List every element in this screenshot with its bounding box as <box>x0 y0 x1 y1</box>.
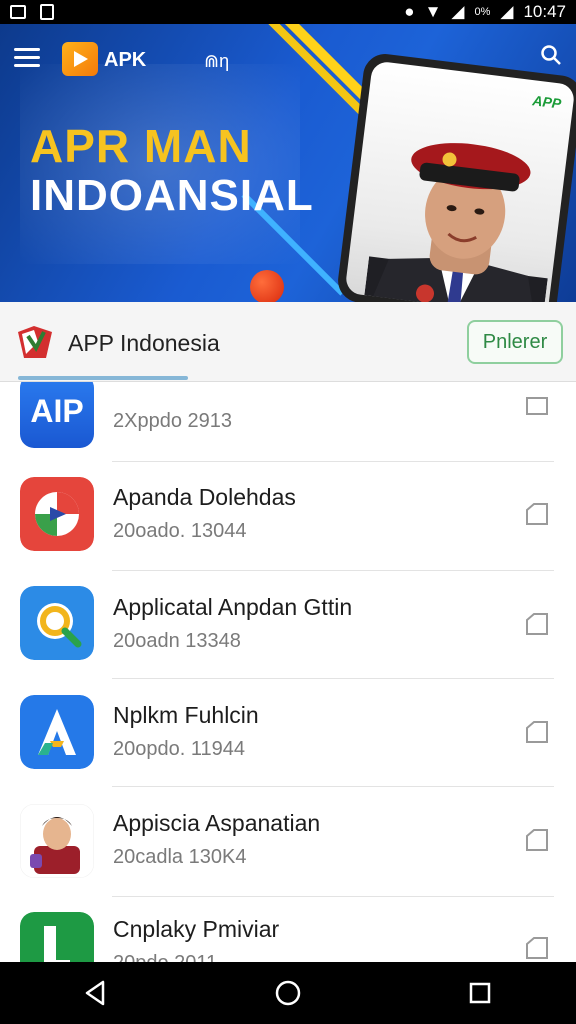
item-subtitle: 20pdo 2011 <box>113 952 217 962</box>
recent-apps-icon[interactable] <box>465 978 495 1008</box>
row-divider <box>112 786 554 787</box>
menu-line <box>14 56 40 59</box>
tag-icon[interactable] <box>524 502 550 526</box>
location-icon: ● <box>404 2 415 21</box>
back-icon[interactable] <box>81 978 111 1008</box>
clock: 10:47 <box>523 2 566 21</box>
phone-mockup: APP <box>335 51 576 302</box>
headline-line2: INDOANSIAL <box>30 170 314 220</box>
item-subtitle: 20cadla 130K4 <box>113 846 247 868</box>
section-title: APP Indonesia <box>68 330 220 356</box>
tag-icon[interactable] <box>524 612 550 636</box>
aip-app-icon: AIP <box>20 382 94 448</box>
document-notification-icon <box>40 4 54 20</box>
item-title: Applicatal Anpdan Gttin <box>113 594 353 620</box>
home-icon[interactable] <box>273 978 303 1008</box>
headline-line1: APR MAN <box>30 120 252 172</box>
list-item[interactable]: Appiscia Aspanatian 20cadla 130K4 <box>0 788 576 898</box>
icon-label: AIP <box>30 392 84 429</box>
chat-icon[interactable]: ⋒η <box>204 51 229 72</box>
phone-badge: APP <box>531 92 563 112</box>
battery-text: 0% <box>474 6 491 18</box>
system-navigation-bar <box>0 962 576 1024</box>
section-header: APP Indonesia Pnlerer <box>0 302 576 382</box>
list-item[interactable]: Cnplaky Pmiviar 20pdo 2011 <box>0 896 576 962</box>
green-app-icon <box>20 912 94 962</box>
item-subtitle: 20oadn 13348 <box>113 630 241 652</box>
list-item[interactable]: Nplkm Fuhlcin 20opdo. 11944 <box>0 680 576 790</box>
menu-line <box>14 64 40 67</box>
item-title: Apanda Dolehdas <box>113 484 296 510</box>
item-title: Cnplaky Pmiviar <box>113 916 280 942</box>
item-subtitle: 20opdo. 11944 <box>113 738 245 760</box>
app-logo-icon[interactable] <box>62 42 98 76</box>
phone-screen: APP <box>344 60 576 302</box>
app-name: APK <box>104 49 147 71</box>
list-item[interactable]: AIP 2Xppdo 2913 <box>0 382 576 464</box>
item-subtitle: 20oado. 13044 <box>113 520 247 542</box>
play-button[interactable] <box>250 270 284 302</box>
row-divider <box>112 461 554 462</box>
app-list[interactable]: AIP 2Xppdo 2913 Apanda Dolehdas 20oado. … <box>0 382 576 962</box>
top-app-bar: APK ⋒η <box>0 24 576 84</box>
row-divider <box>112 570 554 571</box>
item-title: Nplkm Fuhlcin <box>113 702 259 728</box>
signal-icon-2: ◢ <box>500 2 514 21</box>
item-title: Appiscia Aspanatian <box>113 810 321 836</box>
letter-a-app-icon <box>20 695 94 769</box>
search-lens-app-icon <box>20 586 94 660</box>
banner-headline: APR MAN INDOANSIAL <box>30 121 314 220</box>
gallery-notification-icon <box>10 5 26 19</box>
hamburger-menu-icon[interactable] <box>14 48 40 68</box>
signal-icon: ◢ <box>451 2 465 21</box>
status-bar: ● ▼ ◢ 0% ◢ 10:47 <box>0 0 576 24</box>
list-item[interactable]: Apanda Dolehdas 20oado. 13044 <box>0 464 576 574</box>
red-circle-app-icon <box>20 477 94 551</box>
menu-line <box>14 48 40 51</box>
tag-icon[interactable] <box>524 720 550 744</box>
premier-button[interactable]: Pnlerer <box>467 320 563 364</box>
row-divider <box>112 678 554 679</box>
search-icon[interactable] <box>540 44 562 66</box>
tag-icon[interactable] <box>524 828 550 852</box>
officer-portrait-image <box>360 143 548 302</box>
indonesia-flag-logo-icon <box>18 326 52 358</box>
item-subtitle: 2Xppdo 2913 <box>113 410 233 432</box>
tag-icon[interactable] <box>524 936 550 960</box>
bookmark-icon[interactable] <box>524 394 550 418</box>
wifi-icon: ▼ <box>424 2 442 21</box>
person-app-icon <box>20 804 94 878</box>
tab-indicator <box>18 376 188 380</box>
list-item[interactable]: Applicatal Anpdan Gttin 20oadn 13348 <box>0 572 576 682</box>
